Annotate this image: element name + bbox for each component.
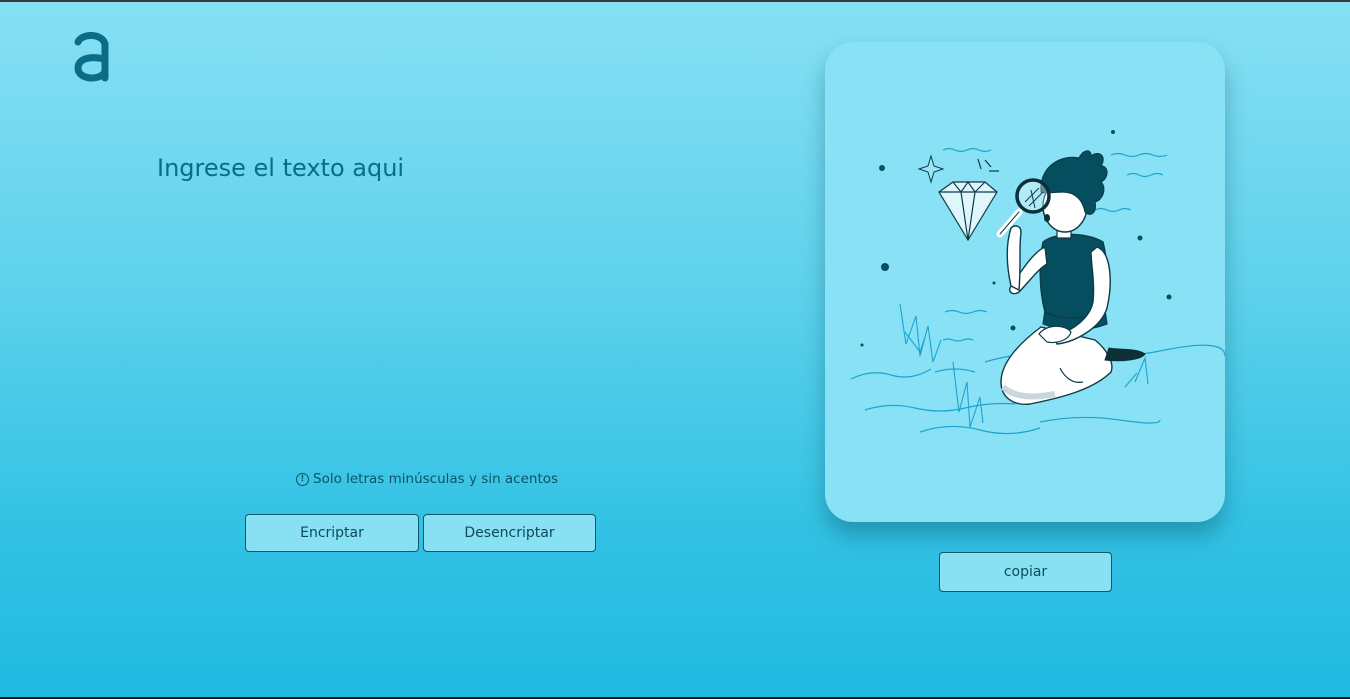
logo-a-icon xyxy=(74,32,109,82)
sparkle-icon xyxy=(917,154,945,184)
hint: ! Solo letras minúsculas y sin acentos xyxy=(296,471,558,487)
top-border xyxy=(0,0,1350,2)
decor-surprise-lines xyxy=(977,158,999,172)
person-figure xyxy=(996,150,1146,405)
decrypt-button[interactable]: Desencriptar xyxy=(423,514,596,552)
copy-button[interactable]: copiar xyxy=(939,552,1112,592)
info-icon: ! xyxy=(296,472,309,486)
diamond-icon xyxy=(938,180,998,242)
illustration-person-diamond xyxy=(850,130,1225,435)
logo xyxy=(72,28,112,86)
text-input[interactable] xyxy=(157,154,717,434)
encrypt-button[interactable]: Encriptar xyxy=(245,514,419,552)
hint-text: Solo letras minúsculas y sin acentos xyxy=(313,471,559,487)
output-card xyxy=(825,42,1225,522)
